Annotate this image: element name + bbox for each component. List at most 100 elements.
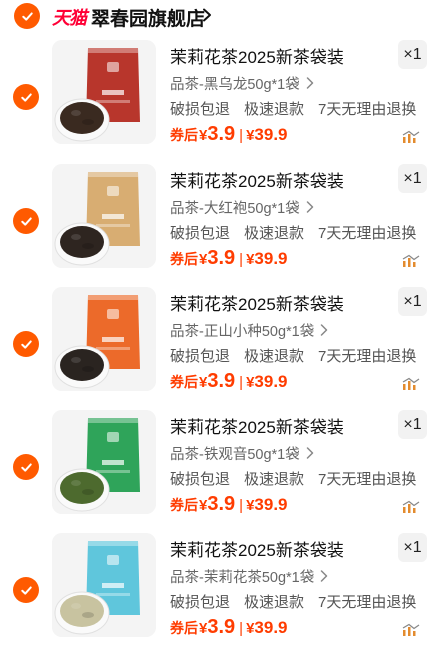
product-image[interactable] [52,287,156,391]
price-row: 券后 ¥ 3.9 | ¥ 39.9 [170,247,288,273]
service-tag: 极速退款 [244,471,305,488]
tmall-logo: 天猫 [52,8,87,28]
product-image[interactable] [52,40,156,144]
cart-item[interactable]: 茉莉花茶2025新茶袋装 ×1 品茶-茉莉花茶50g*1袋 破损包退 极速退款 7天… [0,533,443,647]
quantity-button[interactable]: ×1 [398,287,427,316]
store-name-link[interactable]: 翠春园旗舰店 [91,4,205,31]
item-select-checkbox[interactable] [13,331,39,357]
coupon-label: 券后 [170,497,198,513]
item-select-checkbox[interactable] [13,577,39,603]
regular-price: 39.9 [254,125,288,144]
item-select-checkbox[interactable] [13,454,39,480]
item-select-checkbox[interactable] [13,84,39,110]
coupon-price: 3.9 [207,123,236,145]
price-trend-icon[interactable] [402,623,420,637]
service-tag: 破损包退 [170,471,231,488]
coupon-price: 3.9 [207,370,236,392]
chevron-right-icon [320,324,328,336]
product-image[interactable] [52,410,156,514]
checkmark-icon [20,339,32,349]
regular-price: 39.9 [254,495,288,514]
sku-selector[interactable]: 品茶-铁观音50g*1袋 [170,442,314,464]
chevron-right-icon [320,570,328,582]
tea-leaves-shape [60,595,104,627]
service-tag: 破损包退 [170,348,231,365]
coupon-label: 券后 [170,127,198,143]
price-trend-icon[interactable] [402,377,420,391]
price-row: 券后 ¥ 3.9 | ¥ 39.9 [170,123,288,149]
quantity-button[interactable]: ×1 [398,40,427,69]
product-image[interactable] [52,533,156,637]
sku-label: 品茶-铁观音50g*1袋 [170,446,300,463]
price-row: 券后 ¥ 3.9 | ¥ 39.9 [170,493,288,519]
price-trend-icon[interactable] [402,254,420,268]
sku-selector[interactable]: 品茶-正山小种50g*1袋 [170,319,328,341]
price-trend-icon[interactable] [402,130,420,144]
quantity-button[interactable]: ×1 [398,164,427,193]
regular-price: 39.9 [254,249,288,268]
checkmark-icon [20,585,32,595]
currency-symbol: ¥ [199,374,208,391]
coupon-label: 券后 [170,374,198,390]
service-tags: 破损包退 极速退款 7天无理由退换 [170,222,430,243]
coupon-price: 3.9 [207,493,236,515]
tea-bag-picture [52,287,156,391]
currency-symbol: ¥ [199,251,208,268]
price-separator: | [239,251,244,268]
item-select-checkbox[interactable] [13,208,39,234]
sku-label: 品茶-大红袍50g*1袋 [170,200,300,217]
chevron-right-icon[interactable] [202,8,212,22]
price-separator: | [239,497,244,514]
sku-selector[interactable]: 品茶-大红袍50g*1袋 [170,196,314,218]
product-title[interactable]: 茉莉花茶2025新茶袋装 [170,43,344,68]
service-tag: 7天无理由退换 [318,348,417,365]
checkmark-icon [20,462,32,472]
price-separator: | [239,374,244,391]
price-separator: | [239,620,244,637]
service-tag: 极速退款 [244,348,305,365]
service-tag: 7天无理由退换 [318,101,417,118]
service-tags: 破损包退 极速退款 7天无理由退换 [170,98,430,119]
currency-symbol: ¥ [199,620,208,637]
currency-symbol: ¥ [246,620,255,637]
quantity-button[interactable]: ×1 [398,533,427,562]
service-tags: 破损包退 极速退款 7天无理由退换 [170,468,430,489]
coupon-label: 券后 [170,251,198,267]
product-title[interactable]: 茉莉花茶2025新茶袋装 [170,413,344,438]
service-tag: 极速退款 [244,225,305,242]
price-trend-icon[interactable] [402,500,420,514]
price-separator: | [239,127,244,144]
coupon-price: 3.9 [207,616,236,638]
tea-leaves-shape [60,349,104,381]
chevron-right-icon [306,201,313,213]
cart-item[interactable]: 茉莉花茶2025新茶袋装 ×1 品茶-铁观音50g*1袋 破损包退 极速退款 7天无… [0,410,443,530]
service-tag: 7天无理由退换 [318,471,417,488]
product-image[interactable] [52,164,156,268]
sku-selector[interactable]: 品茶-茉莉花茶50g*1袋 [170,565,328,587]
currency-symbol: ¥ [246,251,255,268]
quantity-button[interactable]: ×1 [398,410,427,439]
sku-label: 品茶-正山小种50g*1袋 [170,323,315,340]
sku-selector[interactable]: 品茶-黑乌龙50g*1袋 [170,72,314,94]
product-title[interactable]: 茉莉花茶2025新茶袋装 [170,290,344,315]
currency-symbol: ¥ [246,374,255,391]
currency-symbol: ¥ [199,497,208,514]
cart-item[interactable]: 茉莉花茶2025新茶袋装 ×1 品茶-正山小种50g*1袋 破损包退 极速退款 7天… [0,287,443,407]
currency-symbol: ¥ [246,497,255,514]
tea-bag-picture [52,533,156,637]
cart-item[interactable]: 茉莉花茶2025新茶袋装 ×1 品茶-大红袍50g*1袋 破损包退 极速退款 7天无… [0,164,443,284]
service-tag: 极速退款 [244,101,305,118]
store-select-checkbox[interactable] [14,3,40,29]
sku-label: 品茶-黑乌龙50g*1袋 [170,76,300,93]
coupon-label: 券后 [170,620,198,636]
product-title[interactable]: 茉莉花茶2025新茶袋装 [170,536,344,561]
tea-bag-picture [52,164,156,268]
product-title[interactable]: 茉莉花茶2025新茶袋装 [170,167,344,192]
service-tag: 破损包退 [170,101,231,118]
service-tag: 7天无理由退换 [318,225,417,242]
tea-bag-picture [52,40,156,144]
service-tag: 7天无理由退换 [318,594,417,611]
store-header: 天猫 翠春园旗舰店 [0,0,443,32]
cart-item[interactable]: 茉莉花茶2025新茶袋装 ×1 品茶-黑乌龙50g*1袋 破损包退 极速退款 7天无… [0,40,443,160]
tea-leaves-shape [60,102,104,134]
